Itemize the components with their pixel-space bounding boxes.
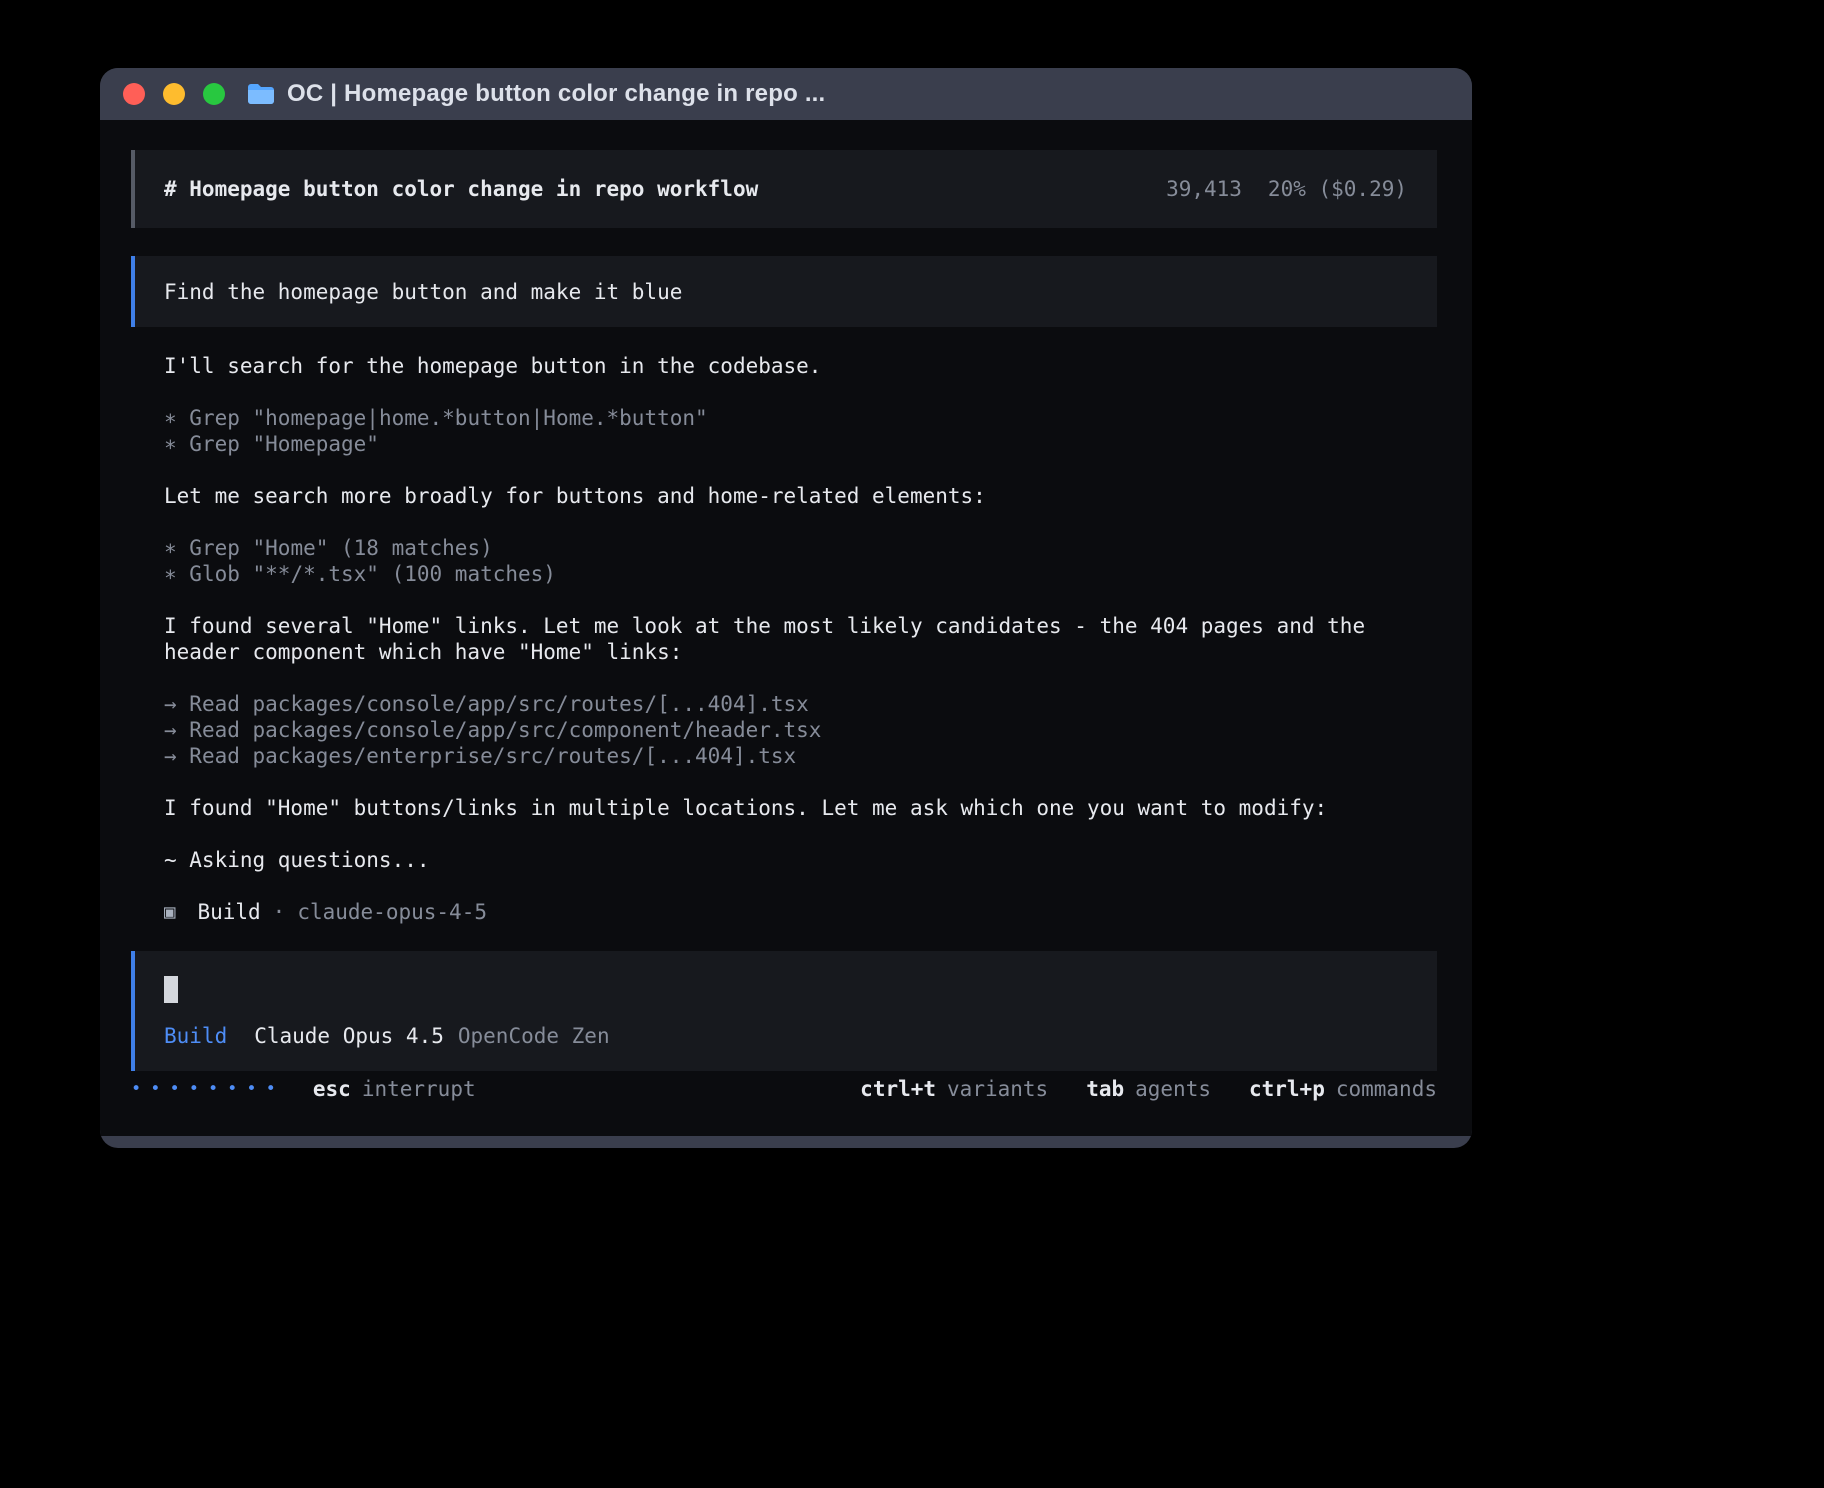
tool-call-read: → Read packages/console/app/src/componen…: [164, 717, 1437, 743]
tool-call-glob: ∗ Glob "**/*.tsx" (100 matches): [164, 561, 1437, 587]
agent-model: claude-opus-4-5: [297, 899, 487, 925]
user-message: Find the homepage button and make it blu…: [131, 256, 1437, 327]
arrow-right-icon: →: [164, 718, 189, 742]
agent-name: Build: [197, 899, 260, 925]
agent-status-line: ▣ Build · claude-opus-4-5: [131, 899, 1437, 925]
read-call-group: → Read packages/console/app/src/routes/[…: [131, 691, 1437, 769]
tool-asterisk-icon: ∗: [164, 406, 189, 430]
agent-square-icon: ▣: [164, 899, 175, 925]
prompt-input[interactable]: Build Claude Opus 4.5 OpenCode Zen: [131, 951, 1437, 1071]
tool-call-group: ∗ Grep "homepage|home.*button|Home.*butt…: [131, 405, 1437, 457]
session-stats: 39,413 20% ($0.29): [1166, 176, 1407, 202]
token-count: 39,413: [1166, 177, 1242, 201]
terminal-window: OC | Homepage button color change in rep…: [100, 68, 1472, 1148]
mode-label[interactable]: Build: [164, 1024, 227, 1048]
hint-agents: tabagents: [1086, 1076, 1211, 1102]
close-button[interactable]: [123, 83, 145, 105]
model-name: Claude Opus 4.5: [254, 1024, 444, 1048]
tool-asterisk-icon: ∗: [164, 536, 189, 560]
spinner-dots-icon: ••••••••: [131, 1076, 285, 1102]
titlebar[interactable]: OC | Homepage button color change in rep…: [100, 68, 1472, 120]
context-cost: 20% ($0.29): [1268, 177, 1407, 201]
window-title: OC | Homepage button color change in rep…: [287, 80, 825, 108]
tool-call-grep: ∗ Grep "Home" (18 matches): [164, 535, 1437, 561]
tool-asterisk-icon: ∗: [164, 562, 189, 586]
status-left: •••••••• escinterrupt: [131, 1076, 476, 1102]
status-bar: •••••••• escinterrupt ctrl+tvariants tab…: [131, 1076, 1437, 1102]
folder-icon: [247, 83, 275, 105]
model-status-line: Build Claude Opus 4.5 OpenCode Zen: [164, 1023, 1408, 1049]
tool-call-read: → Read packages/console/app/src/routes/[…: [164, 691, 1437, 717]
arrow-right-icon: →: [164, 692, 189, 716]
tool-call-read: → Read packages/enterprise/src/routes/[.…: [164, 743, 1437, 769]
assistant-text-ask: I found "Home" buttons/links in multiple…: [131, 795, 1437, 821]
provider-name: OpenCode Zen: [458, 1024, 610, 1048]
assistant-text-broaden: Let me search more broadly for buttons a…: [131, 483, 1437, 509]
separator-dot: ·: [273, 899, 286, 925]
assistant-text-intro: I'll search for the homepage button in t…: [131, 353, 1437, 379]
arrow-right-icon: →: [164, 744, 189, 768]
zoom-button[interactable]: [203, 83, 225, 105]
traffic-lights: [123, 83, 225, 105]
user-message-text: Find the homepage button and make it blu…: [164, 279, 682, 305]
tool-asterisk-icon: ∗: [164, 432, 189, 456]
tool-call-group: ∗ Grep "Home" (18 matches) ∗ Glob "**/*.…: [131, 535, 1437, 587]
asking-status: ~ Asking questions...: [131, 847, 1437, 873]
terminal-content: # Homepage button color change in repo w…: [100, 120, 1472, 1136]
minimize-button[interactable]: [163, 83, 185, 105]
session-title: # Homepage button color change in repo w…: [164, 176, 758, 202]
session-header: # Homepage button color change in repo w…: [131, 150, 1437, 228]
tool-call-grep: ∗ Grep "homepage|home.*button|Home.*butt…: [164, 405, 1437, 431]
hint-interrupt: escinterrupt: [313, 1076, 476, 1102]
text-cursor: [164, 976, 178, 1003]
status-right: ctrl+tvariants tabagents ctrl+pcommands: [860, 1076, 1437, 1102]
assistant-text-candidates: I found several "Home" links. Let me loo…: [131, 613, 1437, 665]
hint-variants: ctrl+tvariants: [860, 1076, 1048, 1102]
tool-call-grep: ∗ Grep "Homepage": [164, 431, 1437, 457]
hint-commands: ctrl+pcommands: [1249, 1076, 1437, 1102]
